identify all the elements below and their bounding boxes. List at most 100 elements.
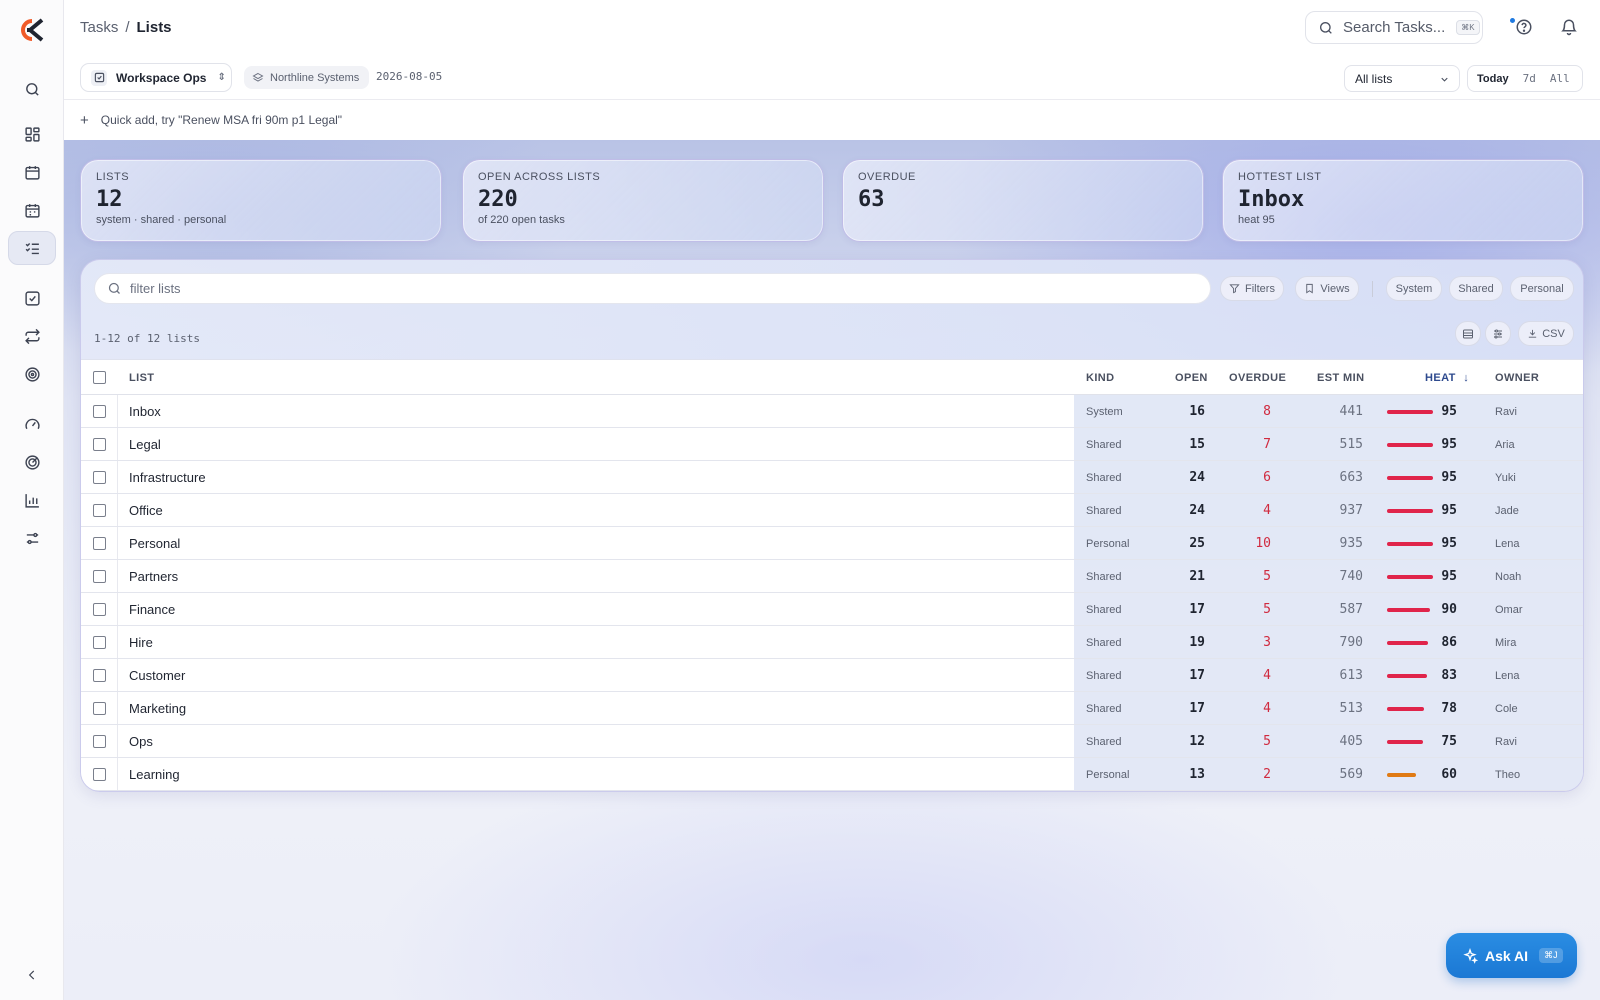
- org-name: Northline Systems: [270, 71, 360, 84]
- table-row[interactable]: Partners Shared 21 5 740 95 Noah: [81, 560, 1583, 593]
- density-button[interactable]: [1455, 321, 1481, 346]
- est-minutes: 405: [1339, 734, 1363, 749]
- list-name[interactable]: Infrastructure: [129, 470, 206, 485]
- filter-lists-input[interactable]: filter lists: [94, 273, 1211, 304]
- export-csv-button[interactable]: CSV: [1518, 321, 1574, 346]
- row-checkbox[interactable]: [93, 603, 106, 616]
- download-icon: [1529, 329, 1537, 338]
- brand-logo[interactable]: [18, 18, 46, 42]
- list-name[interactable]: Marketing: [129, 701, 186, 716]
- row-checkbox[interactable]: [93, 504, 106, 517]
- open-count: 25: [1189, 536, 1205, 551]
- table-row[interactable]: Customer Shared 17 4 613 83 Lena: [81, 659, 1583, 692]
- range-today[interactable]: Today: [1471, 69, 1515, 88]
- nav-settings[interactable]: [8, 521, 56, 555]
- row-checkbox[interactable]: [93, 570, 106, 583]
- stat-label: OPEN ACROSS LISTS: [478, 171, 601, 183]
- workspace-switcher[interactable]: Workspace Ops ⇕: [80, 63, 232, 92]
- overdue-count: 5: [1263, 569, 1271, 584]
- list-name[interactable]: Office: [129, 503, 163, 518]
- table-row[interactable]: Learning Personal 13 2 569 60 Theo: [81, 758, 1583, 791]
- table-row[interactable]: Personal Personal 25 10 935 95 Lena: [81, 527, 1583, 560]
- nav-focus[interactable]: [8, 445, 56, 479]
- collapse-sidebar-button[interactable]: [8, 958, 56, 992]
- list-name[interactable]: Inbox: [129, 404, 161, 419]
- overdue-count: 7: [1263, 437, 1271, 452]
- column-list[interactable]: LIST: [129, 372, 154, 384]
- nav-recurring[interactable]: [8, 319, 56, 353]
- row-checkbox[interactable]: [93, 702, 106, 715]
- row-checkbox[interactable]: [93, 669, 106, 682]
- column-kind[interactable]: KIND: [1086, 372, 1115, 384]
- row-checkbox[interactable]: [93, 735, 106, 748]
- range-all[interactable]: All: [1544, 69, 1576, 88]
- table-row[interactable]: Infrastructure Shared 24 6 663 95 Yuki: [81, 461, 1583, 494]
- calendar-grid-icon: [24, 203, 40, 218]
- row-checkbox[interactable]: [93, 438, 106, 451]
- select-all-checkbox[interactable]: [93, 371, 106, 384]
- list-name[interactable]: Ops: [129, 734, 153, 749]
- list-kind: Shared: [1086, 637, 1122, 649]
- est-minutes: 441: [1339, 404, 1363, 419]
- ask-ai-label: Ask AI: [1485, 947, 1529, 964]
- row-checkbox[interactable]: [93, 636, 106, 649]
- column-open[interactable]: OPEN: [1175, 372, 1208, 384]
- quick-add[interactable]: + Quick add, try "Renew MSA fri 90m p1 L…: [64, 100, 1600, 140]
- table-row[interactable]: Legal Shared 15 7 515 95 Aria: [81, 428, 1583, 461]
- column-overdue[interactable]: OVERDUE: [1229, 372, 1286, 384]
- row-checkbox[interactable]: [93, 768, 106, 781]
- est-minutes: 937: [1339, 503, 1363, 518]
- columns-button[interactable]: [1485, 321, 1511, 346]
- table-row[interactable]: Finance Shared 17 5 587 90 Omar: [81, 593, 1583, 626]
- list-name[interactable]: Personal: [129, 536, 180, 551]
- list-filter-select[interactable]: All lists: [1344, 65, 1460, 92]
- row-divider: [117, 527, 118, 559]
- list-owner: Ravi: [1495, 736, 1518, 748]
- table-row[interactable]: Office Shared 24 4 937 95 Jade: [81, 494, 1583, 527]
- table-row[interactable]: Marketing Shared 17 4 513 78 Cole: [81, 692, 1583, 725]
- search-input[interactable]: Search Tasks... ⌘K: [1305, 11, 1483, 44]
- table-row[interactable]: Hire Shared 19 3 790 86 Mira: [81, 626, 1583, 659]
- row-checkbox[interactable]: [93, 537, 106, 550]
- list-name[interactable]: Partners: [129, 569, 178, 584]
- list-name[interactable]: Finance: [129, 602, 175, 617]
- filters-button[interactable]: Filters: [1220, 276, 1284, 301]
- breadcrumb-tasks[interactable]: Tasks: [80, 19, 118, 36]
- nav-goals[interactable]: [8, 357, 56, 391]
- nav-lists[interactable]: [8, 231, 56, 265]
- row-checkbox[interactable]: [93, 405, 106, 418]
- help-circle-icon[interactable]: [1515, 18, 1533, 36]
- list-name[interactable]: Legal: [129, 437, 161, 452]
- list-name[interactable]: Customer: [129, 668, 185, 683]
- kind-pill-shared[interactable]: Shared: [1449, 276, 1503, 301]
- row-main-bg: [81, 692, 1074, 724]
- nav-tasks[interactable]: [8, 281, 56, 315]
- column-owner[interactable]: OWNER: [1495, 372, 1539, 384]
- kind-pill-system[interactable]: System: [1386, 276, 1442, 301]
- top-bar: Tasks / Lists Search Tasks... ⌘K: [64, 0, 1600, 56]
- list-name[interactable]: Learning: [129, 767, 180, 782]
- column-est-min[interactable]: EST MIN: [1317, 372, 1364, 384]
- views-label: Views: [1320, 282, 1350, 295]
- nav-calendar[interactable]: [8, 155, 56, 189]
- layers-icon: [252, 72, 264, 82]
- table-row[interactable]: Ops Shared 12 5 405 75 Ravi: [81, 725, 1583, 758]
- nav-performance[interactable]: [8, 407, 56, 441]
- kind-pill-personal[interactable]: Personal: [1510, 276, 1574, 301]
- nav-dashboard[interactable]: [8, 117, 56, 151]
- bell-icon[interactable]: [1560, 18, 1578, 36]
- breadcrumb-separator: /: [125, 19, 130, 36]
- range-7d[interactable]: 7d: [1517, 69, 1542, 88]
- list-name[interactable]: Hire: [129, 635, 153, 650]
- nav-reports[interactable]: [8, 483, 56, 517]
- views-button[interactable]: Views: [1295, 276, 1359, 301]
- heat-value: 60: [1441, 767, 1457, 782]
- ask-ai-button[interactable]: Ask AI ⌘J: [1446, 933, 1577, 978]
- row-checkbox[interactable]: [93, 471, 106, 484]
- list-kind: Shared: [1086, 472, 1122, 484]
- table-row[interactable]: Inbox System 16 8 441 95 Ravi: [81, 395, 1583, 428]
- column-heat[interactable]: HEAT ↓: [1425, 372, 1469, 384]
- nav-schedule[interactable]: [8, 193, 56, 227]
- org-chip[interactable]: Northline Systems: [244, 66, 370, 89]
- nav-search[interactable]: [8, 72, 56, 106]
